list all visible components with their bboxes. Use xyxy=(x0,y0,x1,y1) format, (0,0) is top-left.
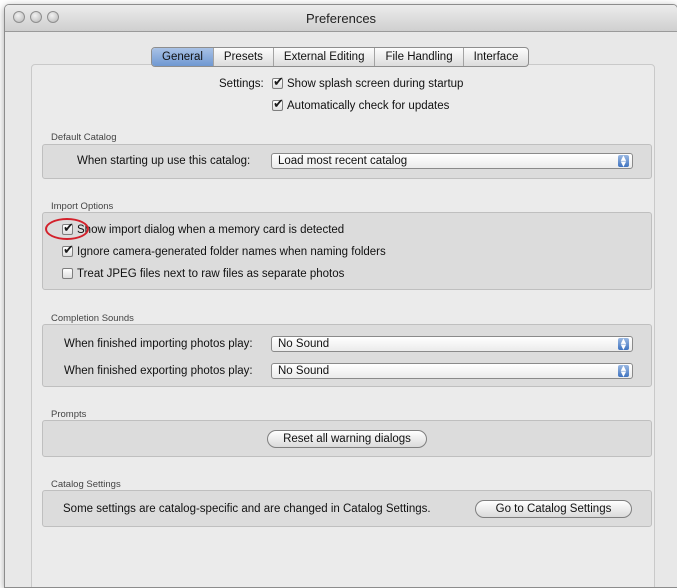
ignore-names-row[interactable]: Ignore camera-generated folder names whe… xyxy=(62,243,386,258)
tab-bar: General Presets External Editing File Ha… xyxy=(151,47,530,67)
exporting-sound-label: When finished exporting photos play: xyxy=(64,365,253,377)
splash-row[interactable]: Show splash screen during startup xyxy=(272,75,464,90)
exporting-sound-value: No Sound xyxy=(278,365,330,377)
popup-arrows-icon: ▲ ▼ xyxy=(618,365,629,378)
show-import-row[interactable]: Show import dialog when a memory card is… xyxy=(62,221,345,236)
popup-arrows-icon: ▲ ▼ xyxy=(618,155,629,168)
highlight-circle xyxy=(45,218,89,240)
default-catalog-title: Default Catalog xyxy=(51,132,117,143)
catalog-settings-title: Catalog Settings xyxy=(51,479,121,490)
importing-sound-label: When finished importing photos play: xyxy=(64,338,253,350)
prompts-title: Prompts xyxy=(51,409,87,420)
default-catalog-label: When starting up use this catalog: xyxy=(77,155,251,167)
treat-jpeg-checkbox[interactable] xyxy=(62,268,73,279)
catalog-settings-note: Some settings are catalog-specific and a… xyxy=(63,503,431,515)
updates-checkbox[interactable] xyxy=(272,97,284,112)
reset-warnings-button[interactable]: Reset all warning dialogs xyxy=(267,430,427,448)
title-bar: Preferences xyxy=(5,5,677,32)
settings-label: Settings: xyxy=(219,78,264,90)
exporting-sound-select[interactable]: No Sound ▲ ▼ xyxy=(271,363,633,379)
show-import-label: Show import dialog when a memory card is… xyxy=(77,224,345,236)
catalog-select[interactable]: Load most recent catalog ▲ ▼ xyxy=(271,153,633,169)
completion-sounds-title: Completion Sounds xyxy=(51,313,134,324)
go-to-catalog-settings-button[interactable]: Go to Catalog Settings xyxy=(475,500,632,518)
popup-arrows-icon: ▲ ▼ xyxy=(618,338,629,351)
treat-jpeg-label: Treat JPEG files next to raw files as se… xyxy=(77,268,345,280)
catalog-select-value: Load most recent catalog xyxy=(278,155,408,167)
ignore-names-checkbox[interactable] xyxy=(62,243,74,258)
tab-external-editing[interactable]: External Editing xyxy=(274,48,376,66)
tab-interface[interactable]: Interface xyxy=(464,48,529,66)
tab-presets[interactable]: Presets xyxy=(214,48,274,66)
importing-sound-value: No Sound xyxy=(278,338,330,350)
updates-label: Automatically check for updates xyxy=(287,100,450,112)
splash-checkbox[interactable] xyxy=(272,75,284,90)
importing-sound-select[interactable]: No Sound ▲ ▼ xyxy=(271,336,633,352)
tab-file-handling[interactable]: File Handling xyxy=(375,48,464,66)
tab-general[interactable]: General xyxy=(152,48,214,66)
import-options-title: Import Options xyxy=(51,201,114,212)
splash-label: Show splash screen during startup xyxy=(287,78,464,90)
treat-jpeg-row[interactable]: Treat JPEG files next to raw files as se… xyxy=(62,268,344,280)
updates-row[interactable]: Automatically check for updates xyxy=(272,97,450,112)
window-title: Preferences xyxy=(305,11,377,26)
ignore-names-label: Ignore camera-generated folder names whe… xyxy=(77,246,386,258)
